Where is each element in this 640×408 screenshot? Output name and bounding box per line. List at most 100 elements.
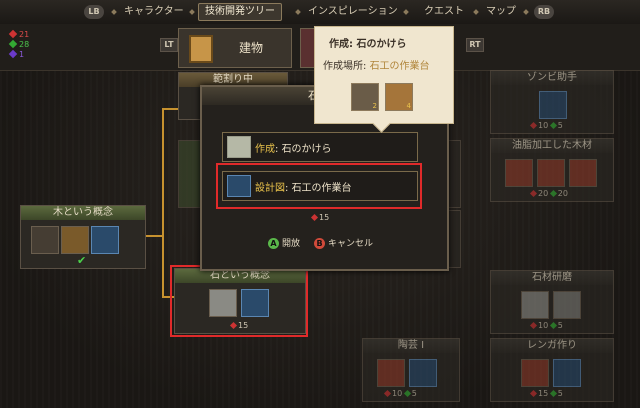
green-gem-icon <box>403 389 411 398</box>
tab-inspiration[interactable]: インスピレーション <box>308 4 398 20</box>
tech-node-title: レンガ作り <box>491 339 613 353</box>
nav-separator-icon <box>523 9 529 15</box>
wood-material-icon: 4 <box>385 83 413 111</box>
highlight-frame <box>170 265 308 337</box>
material-count: 4 <box>406 102 411 110</box>
blueprint-icon <box>539 91 567 119</box>
red-gem-icon <box>529 389 538 398</box>
tech-node-cost: 15 5 <box>529 389 563 398</box>
red-gem-icon <box>383 389 392 398</box>
brick-icon <box>521 359 549 387</box>
green-gem-icon <box>549 189 557 198</box>
unlock-button[interactable]: A 開放 <box>268 236 300 249</box>
tree-connector <box>162 108 164 298</box>
tooltip-location-value: 石工の作業台 <box>369 61 430 72</box>
cost-red-value: 15 <box>538 389 549 398</box>
rt-button[interactable]: RT <box>466 38 484 52</box>
tech-node-cost: 10 5 <box>529 321 563 330</box>
red-gem-icon <box>529 121 538 130</box>
tooltip-location-label: 作成場所: <box>323 61 367 72</box>
cost-red-value: 10 <box>538 321 549 330</box>
green-gem-icon <box>549 321 557 330</box>
green-gem-icon <box>549 389 557 398</box>
craft-row[interactable]: 作成: 石のかけら <box>222 132 418 162</box>
tech-node-title: 油脂加工した木材 <box>491 139 613 153</box>
tech-node-oiled-wood[interactable]: 油脂加工した木材 20 20 <box>490 138 614 202</box>
resource-green: 28 <box>8 39 30 49</box>
tech-node-brick-making[interactable]: レンガ作り 15 5 <box>490 338 614 402</box>
tech-node-cost: 10 5 <box>529 121 563 130</box>
stone-shard-icon <box>227 136 251 158</box>
tooltip-location: 作成場所: 石工の作業台 <box>323 57 430 72</box>
tab-character[interactable]: キャラクター <box>124 4 184 20</box>
cost-green-value: 5 <box>411 389 417 398</box>
resource-green-value: 28 <box>19 40 30 49</box>
cost-green-value: 5 <box>557 121 563 130</box>
green-gem-icon <box>8 39 18 49</box>
tooltip-title: 作成: 石のかけら <box>329 39 407 50</box>
tab-map[interactable]: マップ <box>486 4 516 20</box>
resource-purple: 1 <box>8 49 25 59</box>
purple-gem-icon <box>8 49 18 59</box>
dialog-cost-value: 15 <box>319 213 330 222</box>
material-count: 2 <box>372 102 377 110</box>
resource-purple-value: 1 <box>19 50 25 59</box>
wood-log-icon <box>61 226 89 254</box>
craft-tooltip: 作成: 石のかけら 作成場所: 石工の作業台 2 4 <box>314 26 454 133</box>
a-button-icon: A <box>268 238 279 249</box>
nav-separator-icon <box>111 9 117 15</box>
tab-quests[interactable]: クエスト <box>424 4 464 20</box>
green-gem-icon <box>549 121 557 130</box>
cancel-button[interactable]: B キャンセル <box>314 236 373 249</box>
check-icon: ✔ <box>77 254 87 267</box>
stone-material-icon: 2 <box>351 83 379 111</box>
category-tab-label: 建物 <box>239 41 264 55</box>
lt-button[interactable]: LT <box>160 38 178 52</box>
dialog-cost: 15 <box>310 213 330 222</box>
cost-red-value: 20 <box>538 189 549 198</box>
tab-tech-tree[interactable]: 技術開発ツリー <box>198 3 282 21</box>
tree-connector <box>145 235 163 237</box>
tech-node-title: 石材研磨 <box>491 271 613 285</box>
tech-node-zombie-assistant[interactable]: ゾンビ助手 10 5 <box>490 70 614 134</box>
nav-separator-icon <box>295 9 301 15</box>
top-nav-bar: LB キャラクター 技術開発ツリー インスピレーション クエスト マップ RB <box>0 0 640 25</box>
craft-label: 作成 <box>255 144 275 155</box>
tech-node-stone-polish[interactable]: 石材研磨 10 5 <box>490 270 614 334</box>
nav-separator-icon <box>403 9 409 15</box>
lb-button[interactable]: LB <box>84 5 104 19</box>
oiled-frame-icon <box>569 159 597 187</box>
cost-red-value: 10 <box>538 121 549 130</box>
oiled-planks-icon <box>537 159 565 187</box>
red-gem-icon <box>8 29 18 39</box>
blueprint-icon <box>91 226 119 254</box>
tech-node-cost: 20 20 <box>529 189 568 198</box>
polished-stone-icon <box>521 291 549 319</box>
tech-node-cost: 10 5 <box>383 389 417 398</box>
nav-separator-icon <box>473 9 479 15</box>
b-button-icon: B <box>314 238 325 249</box>
unlock-label: 開放 <box>282 239 301 249</box>
building-category-icon <box>189 35 213 63</box>
clay-pot-icon <box>377 359 405 387</box>
red-gem-icon <box>310 213 319 222</box>
resource-red-value: 21 <box>19 30 30 39</box>
category-tab-buildings[interactable]: 建物 <box>178 28 292 68</box>
cancel-label: キャンセル <box>328 239 374 249</box>
resource-red: 21 <box>8 29 30 39</box>
tech-tree-screen: LB キャラクター 技術開発ツリー インスピレーション クエスト マップ RB … <box>0 0 640 408</box>
tech-node-wood-concept[interactable]: 木という概念 ✔ <box>20 205 146 269</box>
stone-bricks-icon <box>553 291 581 319</box>
craft-text: 作成: 石のかけら <box>255 144 332 155</box>
oiled-plank-icon <box>505 159 533 187</box>
craft-value: 石のかけら <box>281 144 332 155</box>
rb-button[interactable]: RB <box>534 5 554 19</box>
blueprint-icon <box>409 359 437 387</box>
red-gem-icon <box>529 321 538 330</box>
blueprint-icon <box>553 359 581 387</box>
cost-green-value: 20 <box>557 189 568 198</box>
tech-node-pottery[interactable]: 陶芸 I 10 5 <box>362 338 460 402</box>
cost-green-value: 5 <box>557 389 563 398</box>
highlight-frame <box>216 163 422 209</box>
tech-node-title: 陶芸 I <box>363 339 459 353</box>
